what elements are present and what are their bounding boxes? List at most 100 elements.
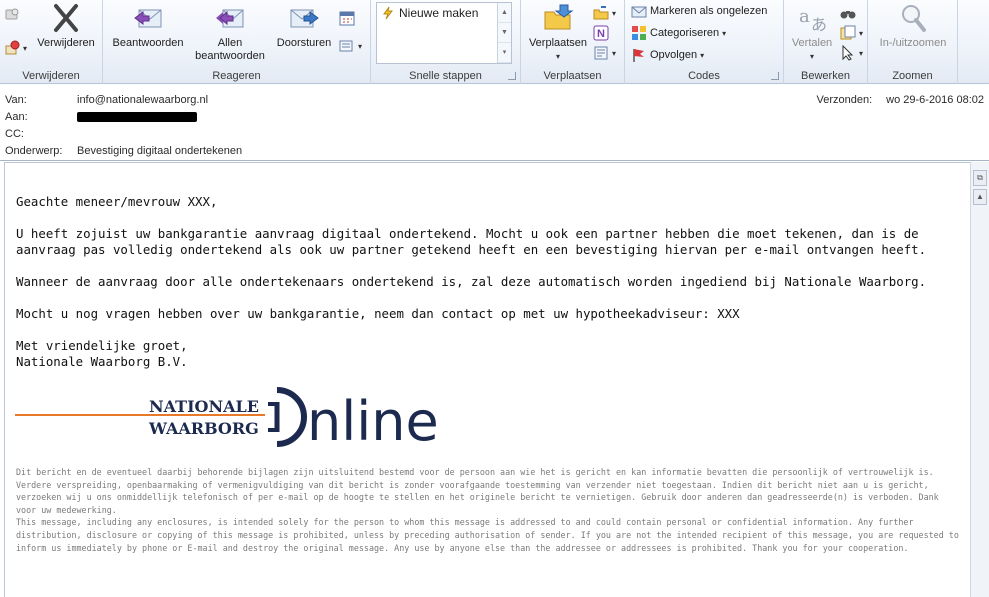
reply-icon [134,9,162,28]
logo-line-1: NATIONALE [149,397,259,416]
sent-label: Verzonden: [816,94,873,106]
onenote-button[interactable]: N [593,23,609,43]
editing-group: a あ Vertalen ▾ ▾ ▾ Bewerken [784,0,868,84]
subject-row: Onderwerp: Bevestiging digitaal onderteke… [5,145,242,157]
vertical-scrollbar[interactable]: ⧉ ▲ [970,162,989,597]
zoom-group-label: Zoomen [892,70,933,82]
disclaimer-dutch: Dit bericht en de eventueel daarbij beho… [16,467,939,515]
greeting: Geachte meneer/mevrouw XXX, [16,194,218,209]
respond-group: Beantwoorden Allen beantwoorden Doorstur… [103,0,371,84]
categorize-button[interactable]: Categoriseren ▾ [631,23,726,43]
delete-label: Verwijderen [37,37,95,49]
forward-label: Doorsturen [276,37,332,49]
move-dropdown-icon: ▾ [555,52,560,61]
mark-unread-button[interactable]: Markeren als ongelezen [631,1,767,21]
reply-all-icon [216,9,244,28]
zoom-button[interactable]: In-/uitzoomen [870,2,956,50]
tags-launcher-icon[interactable] [771,72,779,80]
delete-button[interactable]: Verwijderen [34,2,98,50]
quick-step-new[interactable]: Nieuwe maken [381,6,478,20]
actions-icon [594,46,608,60]
tags-group-label: Codes [688,70,720,82]
follow-up-label: Opvolgen [650,49,698,61]
to-row: Aan: [5,111,197,123]
delete-x-icon [54,4,78,32]
from-row: Van: info@nationalewaarborg.nl [5,94,208,106]
scroll-up-arrow-icon[interactable]: ▲ [973,189,987,205]
quick-step-new-label: Nieuwe maken [399,6,479,20]
subject-label: Onderwerp: [5,145,63,157]
move-folder-icon [544,4,574,30]
message-body[interactable]: Geachte meneer/mevrouw XXX, U heeft zoju… [4,162,970,597]
svg-text:N: N [597,28,605,40]
move-group-label: Verplaatsen [543,70,602,82]
reply-button[interactable]: Beantwoorden [107,2,189,50]
flag-icon [633,49,644,62]
ribbon: ▾ Verwijderen Verwijderen Beantwoorden A… [0,0,989,84]
sent-value: wo 29-6-2016 08:02 [886,94,984,106]
related-button[interactable]: ▾ [840,23,863,43]
ignore-icon [5,8,19,20]
rules-icon [593,6,609,20]
meeting-calendar-icon [339,11,355,26]
reply-label: Beantwoorden [112,37,184,49]
reply-all-button[interactable]: Allen beantwoorden [189,2,271,63]
actions-button[interactable]: ▾ [593,43,616,63]
paragraph-1: U heeft zojuist uw bankgarantie aanvraag… [16,226,927,257]
reply-all-label-2: beantwoorden [195,50,265,62]
cleanup-icon [5,40,20,55]
more-respond-button[interactable]: ▾ [339,36,362,56]
onenote-icon: N [593,25,609,41]
categorize-icon [632,26,646,40]
quick-steps-launcher-icon[interactable] [508,72,516,80]
nationale-waarborg-online-logo: NATIONALE WAARBORG nline [15,387,439,452]
translate-button[interactable]: a あ Vertalen ▾ [786,2,838,63]
move-button[interactable]: Verplaatsen ▾ [525,2,591,63]
quick-steps-gallery: Nieuwe maken ▲ ▼ ▾ [376,2,512,64]
editing-group-label: Bewerken [801,70,850,82]
sent-row: Verzonden: wo 29-6-2016 08:02 [816,94,984,106]
forward-icon [290,9,319,28]
delete-group: ▾ Verwijderen Verwijderen [0,0,103,84]
meeting-button[interactable] [339,8,355,28]
zoom-label: In-/uitzoomen [879,37,947,49]
forward-button[interactable]: Doorsturen [271,2,337,50]
rules-button[interactable]: ▾ [593,3,616,23]
message-text: Geachte meneer/mevrouw XXX, U heeft zoju… [16,194,956,370]
zoom-group: In-/uitzoomen Zoomen [868,0,958,84]
paragraph-3: Mocht u nog vragen hebben over uw bankga… [16,306,740,321]
from-value[interactable]: info@nationalewaarborg.nl [77,94,208,106]
related-icon [840,25,856,40]
quick-steps-scroll[interactable]: ▲ ▼ ▾ [497,3,511,63]
paragraph-2: Wanneer de aanvraag door alle onderteken… [16,274,927,289]
disclaimer-english: This message, including any enclosures, … [16,517,959,553]
scroll-up-icon[interactable]: ▲ [498,3,511,23]
binoculars-icon [840,11,856,19]
disclaimer: Dit bericht en de eventueel daarbij beho… [16,466,962,554]
cleanup-button[interactable]: ▾ [4,38,27,58]
ignore-button[interactable] [4,4,20,24]
cc-row: CC: [5,128,77,140]
categorize-label: Categoriseren [650,27,720,39]
expand-gallery-icon[interactable]: ▾ [498,43,511,63]
scroll-down-icon[interactable]: ▼ [498,23,511,43]
mark-unread-label: Markeren als ongelezen [650,5,768,17]
find-button[interactable] [840,3,856,23]
lightning-icon [383,6,393,20]
translate-label: Vertalen [791,37,833,49]
to-label: Aan: [5,111,28,123]
magnifier-icon [902,5,926,32]
follow-up-button[interactable]: Opvolgen ▾ [631,45,704,65]
svg-text:あ: あ [811,15,827,34]
reply-all-label-1: Allen [217,37,243,49]
select-button[interactable]: ▾ [840,43,863,63]
closing: Met vriendelijke groet, [16,338,188,353]
message-header: Van: info@nationalewaarborg.nl Aan: CC: O… [0,85,989,161]
respond-group-label: Reageren [212,70,261,82]
view-options-icon[interactable]: ⧉ [973,170,987,186]
signature: Nationale Waarborg B.V. [16,354,188,369]
move-group: Verplaatsen ▾ ▾ N ▾ Verplaatsen [521,0,625,84]
move-label: Verplaatsen [528,37,588,49]
tags-group: Markeren als ongelezen Categoriseren ▾ O… [625,0,784,84]
quick-steps-group: Nieuwe maken ▲ ▼ ▾ Snelle stappen [371,0,521,84]
